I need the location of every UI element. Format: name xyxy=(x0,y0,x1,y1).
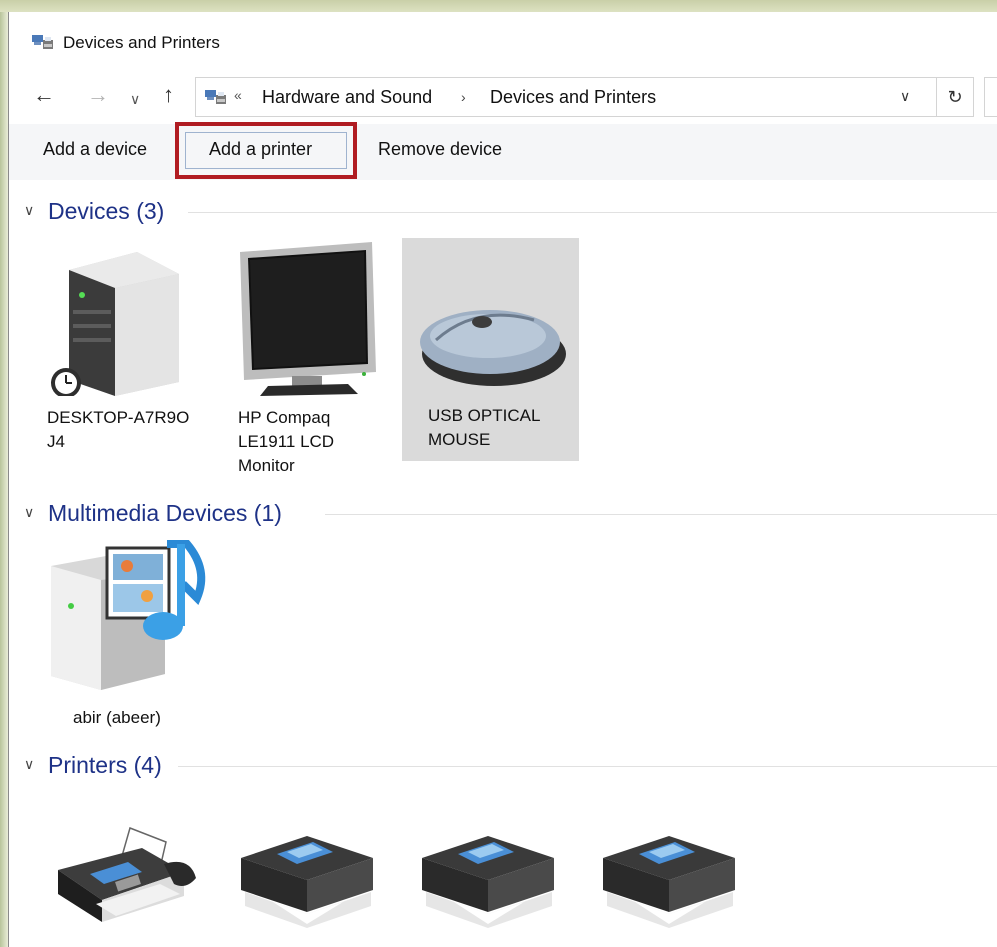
printer-icon xyxy=(422,836,554,928)
printer-item[interactable] xyxy=(56,820,206,930)
printer-item[interactable] xyxy=(414,830,564,930)
group-divider xyxy=(188,212,997,213)
group-divider xyxy=(325,514,997,515)
search-box[interactable] xyxy=(984,77,997,117)
address-dropdown-chevron-icon[interactable]: ∨ xyxy=(900,88,910,105)
window-frame-top xyxy=(0,0,997,12)
device-label: HP Compaq xyxy=(238,408,331,427)
device-label: J4 xyxy=(47,432,65,451)
refresh-icon[interactable]: ↻ xyxy=(937,77,974,117)
chevron-down-icon[interactable]: ∨ xyxy=(24,504,34,521)
devices-printers-icon xyxy=(31,32,55,52)
group-header-multimedia[interactable]: ∨ Multimedia Devices (1) xyxy=(20,500,997,530)
title-bar: Devices and Printers xyxy=(9,12,997,72)
device-label: abir (abeer) xyxy=(73,708,161,727)
breadcrumb-devices-and-printers[interactable]: Devices and Printers xyxy=(490,87,656,108)
group-label: Multimedia Devices (1) xyxy=(48,500,282,526)
breadcrumb-hardware-and-sound[interactable]: Hardware and Sound xyxy=(262,87,432,108)
mouse-icon xyxy=(420,310,566,386)
group-label: Devices (3) xyxy=(48,198,165,224)
chevron-down-icon[interactable]: ∨ xyxy=(24,202,34,219)
printer-icon xyxy=(241,836,373,928)
fax-icon xyxy=(58,827,196,922)
breadcrumb-overflow[interactable]: « xyxy=(234,87,242,103)
address-bar[interactable]: « Hardware and Sound › Devices and Print… xyxy=(195,77,937,117)
add-device-button[interactable]: Add a device xyxy=(43,139,147,160)
device-item[interactable]: abir (abeer) xyxy=(47,540,217,730)
monitor-icon xyxy=(240,242,376,396)
command-bar: Add a device Add a printer Remove device xyxy=(9,124,997,180)
device-label: Monitor xyxy=(238,456,295,475)
navigation-bar: ← → ∨ ↑ « Hardware and Sound › Devices a… xyxy=(9,72,997,120)
device-item[interactable]: HP Compaq LE1911 LCD Monitor xyxy=(238,240,388,480)
add-printer-button[interactable]: Add a printer xyxy=(209,139,312,160)
device-item[interactable]: DESKTOP-A7R9O J4 xyxy=(47,240,217,460)
up-arrow-icon[interactable]: ↑ xyxy=(163,82,174,108)
printer-item[interactable] xyxy=(595,830,745,930)
printer-icon xyxy=(603,836,735,928)
device-label: MOUSE xyxy=(428,430,491,449)
group-label: Printers (4) xyxy=(48,752,162,778)
device-item-selected[interactable]: USB OPTICAL MOUSE xyxy=(402,238,579,461)
device-label: LE1911 LCD xyxy=(238,432,335,451)
chevron-down-icon[interactable]: ∨ xyxy=(24,756,34,773)
group-header-devices[interactable]: ∨ Devices (3) xyxy=(20,198,997,228)
media-server-icon xyxy=(51,540,206,690)
computer-tower-icon xyxy=(51,252,179,396)
device-label: USB OPTICAL xyxy=(428,406,541,425)
window-title: Devices and Printers xyxy=(63,33,220,52)
breadcrumb-separator[interactable]: › xyxy=(461,89,466,105)
group-header-printers[interactable]: ∨ Printers (4) xyxy=(20,752,997,782)
devices-printers-icon xyxy=(204,87,228,107)
forward-arrow-icon[interactable]: → xyxy=(87,82,109,108)
printer-item[interactable] xyxy=(233,830,383,930)
back-arrow-icon[interactable]: ← xyxy=(33,82,55,108)
device-label: DESKTOP-A7R9O xyxy=(47,408,190,427)
window-frame-left xyxy=(0,12,9,947)
recent-locations-chevron-icon[interactable]: ∨ xyxy=(130,86,140,112)
remove-device-button[interactable]: Remove device xyxy=(378,139,502,160)
group-divider xyxy=(178,766,997,767)
